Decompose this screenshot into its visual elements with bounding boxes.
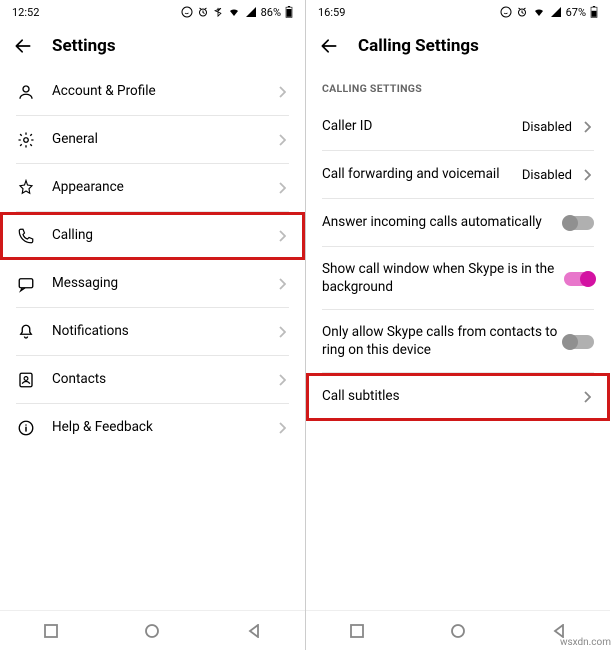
battery-percent: 86%: [261, 6, 281, 19]
chevron-right-icon: [580, 120, 594, 134]
setting-label: Only allow Skype calls from contacts to …: [322, 324, 564, 359]
section-header: CALLING SETTINGS: [306, 68, 610, 103]
setting-label: Answer incoming calls automatically: [322, 214, 564, 232]
navbar-left: [0, 610, 305, 650]
nav-recent-button[interactable]: [345, 619, 369, 643]
messaging-icon: [16, 274, 36, 294]
wifi-icon: [227, 6, 241, 18]
statusbar-time: 12:52: [12, 6, 39, 19]
toggle-contacts-only[interactable]: [564, 335, 594, 349]
settings-list: Account & Profile General Appearance Cal…: [0, 68, 305, 610]
page-title: Calling Settings: [358, 36, 479, 56]
chevron-right-icon: [275, 421, 289, 435]
statusbar-right: 16:59 67%: [306, 0, 610, 24]
back-icon: [319, 36, 339, 56]
settings-item-account-profile[interactable]: Account & Profile: [0, 68, 305, 116]
back-icon: [13, 36, 33, 56]
setting-value: Disabled: [522, 168, 572, 183]
battery-icon: [590, 6, 598, 18]
info-icon: [16, 418, 36, 438]
setting-label: Caller ID: [322, 118, 522, 136]
setting-call-subtitles[interactable]: Call subtitles: [306, 373, 610, 421]
appearance-icon: [16, 178, 36, 198]
nav-recent-button[interactable]: [39, 619, 63, 643]
phone-icon: [16, 226, 36, 246]
back-button[interactable]: [318, 35, 340, 57]
settings-item-general[interactable]: General: [0, 116, 305, 164]
whatsapp-icon: [181, 6, 193, 18]
nav-home-button[interactable]: [140, 619, 164, 643]
calling-settings-list: CALLING SETTINGS Caller ID Disabled Call…: [306, 68, 610, 610]
chevron-right-icon: [275, 325, 289, 339]
chevron-right-icon: [275, 133, 289, 147]
settings-item-label: Appearance: [52, 179, 275, 197]
whatsapp-icon: [500, 6, 512, 18]
settings-item-label: Calling: [52, 227, 275, 245]
settings-item-label: Help & Feedback: [52, 419, 275, 437]
settings-screen: 12:52 86% Settings Account & Profile Gen…: [0, 0, 305, 650]
settings-item-messaging[interactable]: Messaging: [0, 260, 305, 308]
signal-icon: [245, 6, 257, 18]
chevron-right-icon: [275, 229, 289, 243]
chevron-right-icon: [275, 85, 289, 99]
chevron-right-icon: [275, 277, 289, 291]
chevron-right-icon: [580, 168, 594, 182]
toggle-show-call-window[interactable]: [564, 272, 594, 286]
setting-contacts-only[interactable]: Only allow Skype calls from contacts to …: [306, 310, 610, 373]
header-right: Calling Settings: [306, 24, 610, 68]
statusbar-icons-right: 67%: [500, 6, 598, 19]
nav-home-button[interactable]: [446, 619, 470, 643]
contacts-icon: [16, 370, 36, 390]
setting-label: Call subtitles: [322, 388, 580, 406]
settings-item-label: Notifications: [52, 323, 275, 341]
setting-auto-answer[interactable]: Answer incoming calls automatically: [306, 199, 610, 247]
alarm-icon: [197, 6, 209, 18]
settings-item-label: Account & Profile: [52, 83, 275, 101]
settings-item-label: General: [52, 131, 275, 149]
watermark: wsxdn.com: [560, 637, 611, 648]
statusbar-icons-left: 86%: [181, 6, 293, 19]
statusbar-left: 12:52 86%: [0, 0, 305, 24]
bell-icon: [16, 322, 36, 342]
gear-icon: [16, 130, 36, 150]
signal-icon: [550, 6, 562, 18]
setting-show-call-window[interactable]: Show call window when Skype is in the ba…: [306, 247, 610, 310]
settings-item-notifications[interactable]: Notifications: [0, 308, 305, 356]
toggle-auto-answer[interactable]: [564, 216, 594, 230]
battery-icon: [285, 6, 293, 18]
setting-label: Call forwarding and voicemail: [322, 166, 522, 184]
settings-item-label: Messaging: [52, 275, 275, 293]
settings-item-label: Contacts: [52, 371, 275, 389]
chevron-right-icon: [275, 373, 289, 387]
wifi-icon: [532, 6, 546, 18]
setting-value: Disabled: [522, 120, 572, 135]
setting-label: Show call window when Skype is in the ba…: [322, 261, 564, 296]
settings-item-calling[interactable]: Calling: [0, 212, 305, 260]
setting-call-forwarding[interactable]: Call forwarding and voicemail Disabled: [306, 151, 610, 199]
calling-settings-screen: 16:59 67% Calling Settings CALLING SETTI…: [305, 0, 610, 650]
settings-item-contacts[interactable]: Contacts: [0, 356, 305, 404]
statusbar-time: 16:59: [318, 6, 345, 19]
page-title: Settings: [52, 36, 116, 56]
bluetooth-icon: [213, 6, 223, 18]
chevron-right-icon: [275, 181, 289, 195]
settings-item-help-feedback[interactable]: Help & Feedback: [0, 404, 305, 452]
battery-percent: 67%: [566, 6, 586, 19]
header-left: Settings: [0, 24, 305, 68]
account-icon: [16, 82, 36, 102]
alarm-icon: [516, 6, 528, 18]
settings-item-appearance[interactable]: Appearance: [0, 164, 305, 212]
setting-caller-id[interactable]: Caller ID Disabled: [306, 103, 610, 151]
chevron-right-icon: [580, 390, 594, 404]
nav-back-button[interactable]: [242, 619, 266, 643]
back-button[interactable]: [12, 35, 34, 57]
